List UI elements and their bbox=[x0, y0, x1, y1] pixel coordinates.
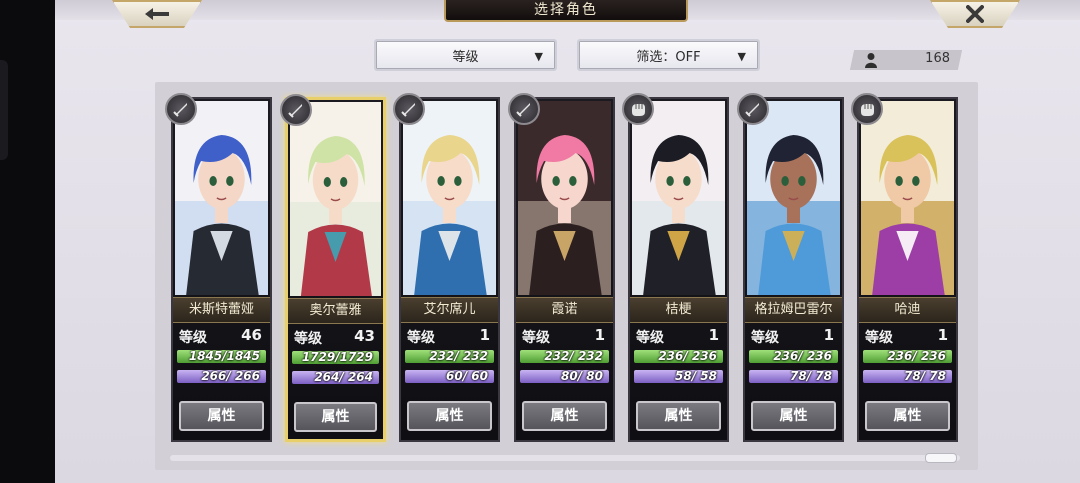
hp-bar: 236/ 236 bbox=[749, 350, 838, 363]
level-label: 等级 bbox=[294, 331, 322, 347]
mp-bar: 80/ 80 bbox=[520, 370, 609, 383]
level-value: 1 bbox=[937, 326, 948, 344]
character-name: 米斯特蕾娅 bbox=[173, 297, 270, 323]
attributes-button[interactable]: 属性 bbox=[636, 401, 721, 431]
level-row: 等级 1 bbox=[751, 326, 836, 346]
hp-value: 1845/1845 bbox=[188, 350, 260, 363]
attributes-button[interactable]: 属性 bbox=[865, 401, 950, 431]
attributes-button[interactable]: 属性 bbox=[522, 401, 607, 431]
character-name: 奥尔蕾雅 bbox=[288, 298, 383, 324]
camera-notch bbox=[0, 60, 8, 160]
hp-bar: 232/ 232 bbox=[520, 350, 609, 363]
level-label: 等级 bbox=[636, 330, 664, 346]
character-portrait bbox=[747, 101, 840, 295]
hp-bar: 236/ 236 bbox=[863, 350, 952, 363]
person-icon bbox=[865, 53, 877, 68]
device-edge bbox=[0, 0, 55, 483]
level-row: 等级 1 bbox=[636, 326, 721, 346]
scrollbar-track[interactable] bbox=[170, 455, 960, 461]
character-card[interactable]: 米斯特蕾娅 等级 46 1845/1845 266/ 266 属性 bbox=[165, 93, 272, 442]
level-row: 等级 1 bbox=[522, 326, 607, 346]
level-label: 等级 bbox=[751, 330, 779, 346]
mp-bar: 266/ 266 bbox=[177, 370, 266, 383]
hp-value: 1729/1729 bbox=[301, 351, 373, 364]
hp-value: 236/ 236 bbox=[887, 350, 946, 363]
mp-value: 60/ 60 bbox=[446, 370, 488, 383]
level-value: 1 bbox=[594, 326, 605, 344]
level-label: 等级 bbox=[407, 330, 435, 346]
close-icon bbox=[966, 5, 984, 23]
scrollbar-thumb[interactable] bbox=[925, 453, 957, 463]
hp-value: 236/ 236 bbox=[773, 350, 832, 363]
hp-value: 236/ 236 bbox=[658, 350, 717, 363]
character-portrait bbox=[403, 101, 496, 295]
mp-value: 264/ 264 bbox=[314, 371, 373, 384]
mp-bar: 60/ 60 bbox=[405, 370, 494, 383]
arrow-left-icon bbox=[145, 8, 169, 20]
attributes-button[interactable]: 属性 bbox=[751, 401, 836, 431]
fist-icon bbox=[851, 93, 883, 125]
level-row: 等级 43 bbox=[294, 327, 377, 347]
sword-icon bbox=[165, 93, 197, 125]
level-row: 等级 46 bbox=[179, 326, 264, 346]
character-portrait bbox=[861, 101, 954, 295]
character-portrait bbox=[290, 102, 381, 296]
character-card[interactable]: 霞诺 等级 1 232/ 232 80/ 80 属性 bbox=[508, 93, 615, 442]
hp-bar: 1729/1729 bbox=[292, 351, 379, 364]
character-card[interactable]: 艾尔席儿 等级 1 232/ 232 60/ 60 属性 bbox=[393, 93, 500, 442]
hp-value: 232/ 232 bbox=[544, 350, 603, 363]
sword-icon bbox=[393, 93, 425, 125]
level-value: 1 bbox=[823, 326, 834, 344]
attributes-button[interactable]: 属性 bbox=[294, 402, 377, 432]
sword-icon bbox=[737, 93, 769, 125]
sword-icon bbox=[280, 94, 312, 126]
character-name: 霞诺 bbox=[516, 297, 613, 323]
character-name: 格拉姆巴雷尔 bbox=[745, 297, 842, 323]
mp-value: 78/ 78 bbox=[790, 370, 832, 383]
hp-bar: 232/ 232 bbox=[405, 350, 494, 363]
character-name: 桔梗 bbox=[630, 297, 727, 323]
fist-icon bbox=[622, 93, 654, 125]
mp-bar: 264/ 264 bbox=[292, 371, 379, 384]
character-portrait bbox=[175, 101, 268, 295]
character-portrait bbox=[632, 101, 725, 295]
character-name: 艾尔席儿 bbox=[401, 297, 498, 323]
character-portrait bbox=[518, 101, 611, 295]
mp-value: 78/ 78 bbox=[904, 370, 946, 383]
hp-bar: 236/ 236 bbox=[634, 350, 723, 363]
character-card[interactable]: 奥尔蕾雅 等级 43 1729/1729 264/ 264 属性 bbox=[280, 94, 386, 442]
mp-value: 58/ 58 bbox=[675, 370, 717, 383]
level-row: 等级 1 bbox=[407, 326, 492, 346]
roster-count: 168 bbox=[925, 51, 950, 66]
character-card[interactable]: 哈迪 等级 1 236/ 236 78/ 78 属性 bbox=[851, 93, 958, 442]
hp-value: 232/ 232 bbox=[429, 350, 488, 363]
attributes-button[interactable]: 属性 bbox=[179, 401, 264, 431]
hp-bar: 1845/1845 bbox=[177, 350, 266, 363]
mp-bar: 78/ 78 bbox=[749, 370, 838, 383]
level-label: 等级 bbox=[522, 330, 550, 346]
attributes-button[interactable]: 属性 bbox=[407, 401, 492, 431]
level-value: 1 bbox=[708, 326, 719, 344]
level-label: 等级 bbox=[865, 330, 893, 346]
character-card[interactable]: 桔梗 等级 1 236/ 236 58/ 58 属性 bbox=[622, 93, 729, 442]
character-card[interactable]: 格拉姆巴雷尔 等级 1 236/ 236 78/ 78 属性 bbox=[737, 93, 844, 442]
page-title: 选择角色 bbox=[444, 0, 688, 22]
mp-value: 80/ 80 bbox=[561, 370, 603, 383]
chevron-down-icon: ▼ bbox=[534, 50, 543, 63]
level-value: 1 bbox=[479, 326, 490, 344]
sword-icon bbox=[508, 93, 540, 125]
filter-dropdown-label: 筛选：OFF bbox=[636, 49, 701, 65]
chevron-down-icon: ▼ bbox=[737, 50, 746, 63]
mp-value: 266/ 266 bbox=[201, 370, 260, 383]
filter-dropdown[interactable]: 筛选：OFF ▼ bbox=[577, 39, 760, 71]
mp-bar: 58/ 58 bbox=[634, 370, 723, 383]
mp-bar: 78/ 78 bbox=[863, 370, 952, 383]
sort-dropdown-label: 等级 bbox=[452, 49, 479, 65]
level-value: 43 bbox=[354, 327, 375, 345]
level-label: 等级 bbox=[179, 330, 207, 346]
character-name: 哈迪 bbox=[859, 297, 956, 323]
level-value: 46 bbox=[241, 326, 262, 344]
sort-dropdown[interactable]: 等级 ▼ bbox=[374, 39, 557, 71]
level-row: 等级 1 bbox=[865, 326, 950, 346]
